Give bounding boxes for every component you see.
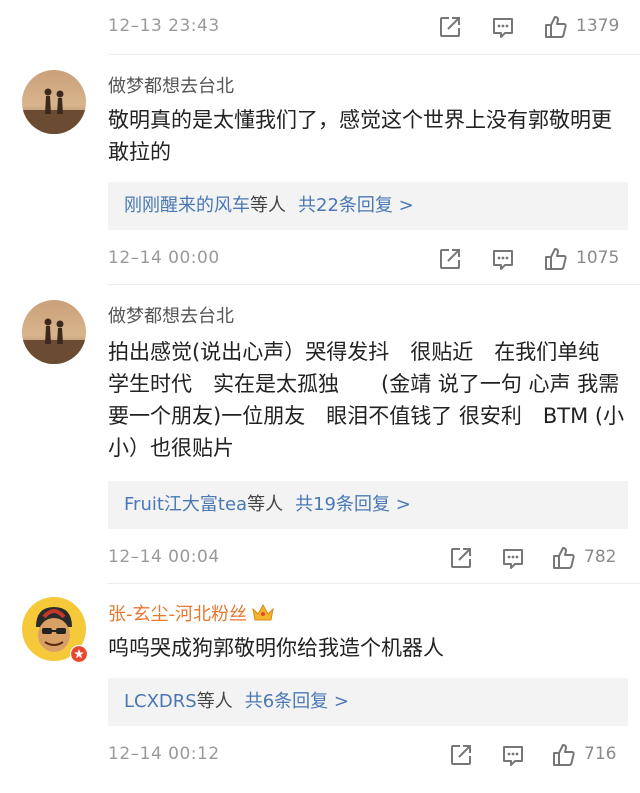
- like-icon[interactable]: [543, 14, 569, 40]
- comment-timestamp: 12–14 00:00: [108, 248, 220, 268]
- comment-icon[interactable]: [500, 545, 526, 571]
- action-row: 12–14 00:04 782: [0, 535, 640, 579]
- like-count: 716: [584, 744, 617, 764]
- comment-timestamp: 12–14 00:04: [108, 547, 220, 567]
- avatar[interactable]: [22, 300, 86, 364]
- divider: [108, 54, 640, 55]
- like-icon[interactable]: [551, 742, 577, 768]
- comment-icon[interactable]: [500, 742, 526, 768]
- username[interactable]: 做梦都想去台北: [108, 302, 234, 328]
- comment-icon[interactable]: [490, 246, 516, 272]
- verified-badge-icon: [70, 645, 88, 663]
- reply-names[interactable]: Fruit江大富tea: [124, 494, 247, 515]
- like-icon[interactable]: [543, 246, 569, 272]
- like-count: 782: [584, 547, 617, 567]
- like-count: 1075: [576, 248, 620, 268]
- reply-summary[interactable]: 刚刚醒来的风车等人 共22条回复 >: [108, 182, 628, 230]
- reply-suffix: 等人: [247, 494, 284, 515]
- like-icon[interactable]: [551, 545, 577, 571]
- divider: [108, 583, 640, 584]
- reply-summary[interactable]: LCXDRS等人 共6条回复 >: [108, 678, 628, 726]
- action-row-top: 12–13 23:43 1379: [0, 0, 640, 54]
- username-text[interactable]: 张-玄尘-河北粉丝: [108, 604, 247, 625]
- action-row: 12–14 00:12 716: [0, 732, 640, 776]
- comment-text: 拍出感觉(说出心声）哭得发抖 很贴近 在我们单纯 学生时代 实在是太孤独 (金靖…: [108, 340, 625, 460]
- reply-suffix: 等人: [250, 195, 286, 216]
- share-icon[interactable]: [437, 246, 463, 272]
- action-row: 12–14 00:00 1075: [0, 236, 640, 280]
- comment-text: 呜呜哭成狗郭敬明你给我造个机器人: [108, 636, 444, 660]
- comment-text: 敬明真的是太懂我们了，感觉这个世界上没有郭敬明更敢拉的: [108, 108, 612, 164]
- reply-count-link[interactable]: 共22条回复 >: [298, 195, 414, 216]
- divider: [108, 284, 640, 285]
- reply-suffix: 等人: [196, 691, 233, 712]
- comment-icon[interactable]: [490, 14, 516, 40]
- avatar[interactable]: [22, 70, 86, 134]
- comment-timestamp: 12–13 23:43: [108, 16, 220, 36]
- share-icon[interactable]: [448, 742, 474, 768]
- reply-names[interactable]: LCXDRS: [124, 691, 197, 712]
- reply-summary[interactable]: Fruit江大富tea等人 共19条回复 >: [108, 481, 628, 529]
- share-icon[interactable]: [448, 545, 474, 571]
- username[interactable]: 张-玄尘-河北粉丝: [108, 600, 275, 626]
- reply-count-link[interactable]: 共19条回复 >: [295, 494, 411, 515]
- comment-timestamp: 12–14 00:12: [108, 744, 220, 764]
- share-icon[interactable]: [437, 14, 463, 40]
- crown-badge-icon: [252, 603, 274, 621]
- reply-count-link[interactable]: 共6条回复 >: [245, 691, 349, 712]
- like-count: 1379: [576, 16, 620, 36]
- reply-names[interactable]: 刚刚醒来的风车: [124, 195, 250, 216]
- username[interactable]: 做梦都想去台北: [108, 72, 234, 98]
